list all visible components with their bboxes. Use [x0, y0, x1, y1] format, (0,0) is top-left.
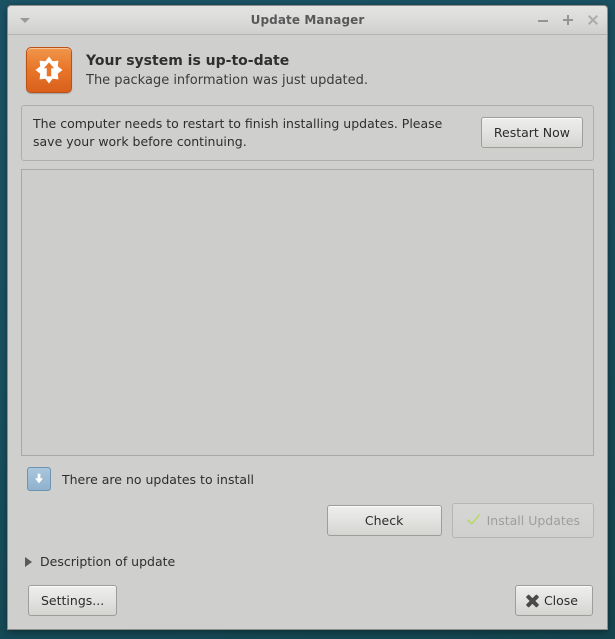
no-updates-status-row: There are no updates to install: [21, 456, 594, 500]
window-titlebar[interactable]: Update Manager: [8, 6, 607, 35]
triangle-right-icon: [25, 556, 32, 567]
update-manager-window: Update Manager Your system is up-to-date…: [7, 5, 608, 630]
restart-notification-bar: The computer needs to restart to finish …: [21, 105, 594, 161]
close-button[interactable]: Close: [514, 585, 593, 616]
update-manager-star-arrow-icon: [26, 47, 72, 93]
status-text-group: Your system is up-to-date The package in…: [86, 53, 368, 88]
download-arrow-icon: [27, 467, 51, 491]
window-content: Your system is up-to-date The package in…: [8, 35, 607, 629]
restart-message: The computer needs to restart to finish …: [33, 116, 443, 149]
action-buttons-row: Check Install Updates: [21, 500, 594, 545]
window-controls: [536, 13, 600, 27]
close-icon[interactable]: [586, 13, 600, 27]
close-button-label: Close: [543, 593, 578, 608]
green-checkmark-icon: [466, 511, 482, 530]
chevron-down-icon: [20, 17, 30, 23]
restart-now-button[interactable]: Restart Now: [480, 117, 583, 149]
status-title: Your system is up-to-date: [86, 52, 290, 69]
maximize-icon[interactable]: [561, 13, 575, 27]
footer-buttons: Settings... Close: [21, 579, 594, 629]
window-menu-button[interactable]: [12, 7, 38, 33]
install-updates-button: Install Updates: [451, 503, 594, 538]
install-updates-label: Install Updates: [486, 513, 580, 528]
status-subtitle: The package information was just updated…: [86, 72, 369, 88]
window-title: Update Manager: [250, 13, 365, 27]
check-button[interactable]: Check: [326, 505, 442, 536]
status-header: Your system is up-to-date The package in…: [21, 35, 594, 104]
no-updates-text: There are no updates to install: [62, 471, 254, 487]
x-mark-icon: [525, 593, 540, 608]
description-disclosure[interactable]: Description of update: [21, 545, 594, 579]
description-label: Description of update: [40, 554, 176, 569]
minimize-icon[interactable]: [536, 13, 550, 27]
settings-button[interactable]: Settings...: [28, 585, 118, 616]
updates-list[interactable]: [21, 168, 594, 456]
